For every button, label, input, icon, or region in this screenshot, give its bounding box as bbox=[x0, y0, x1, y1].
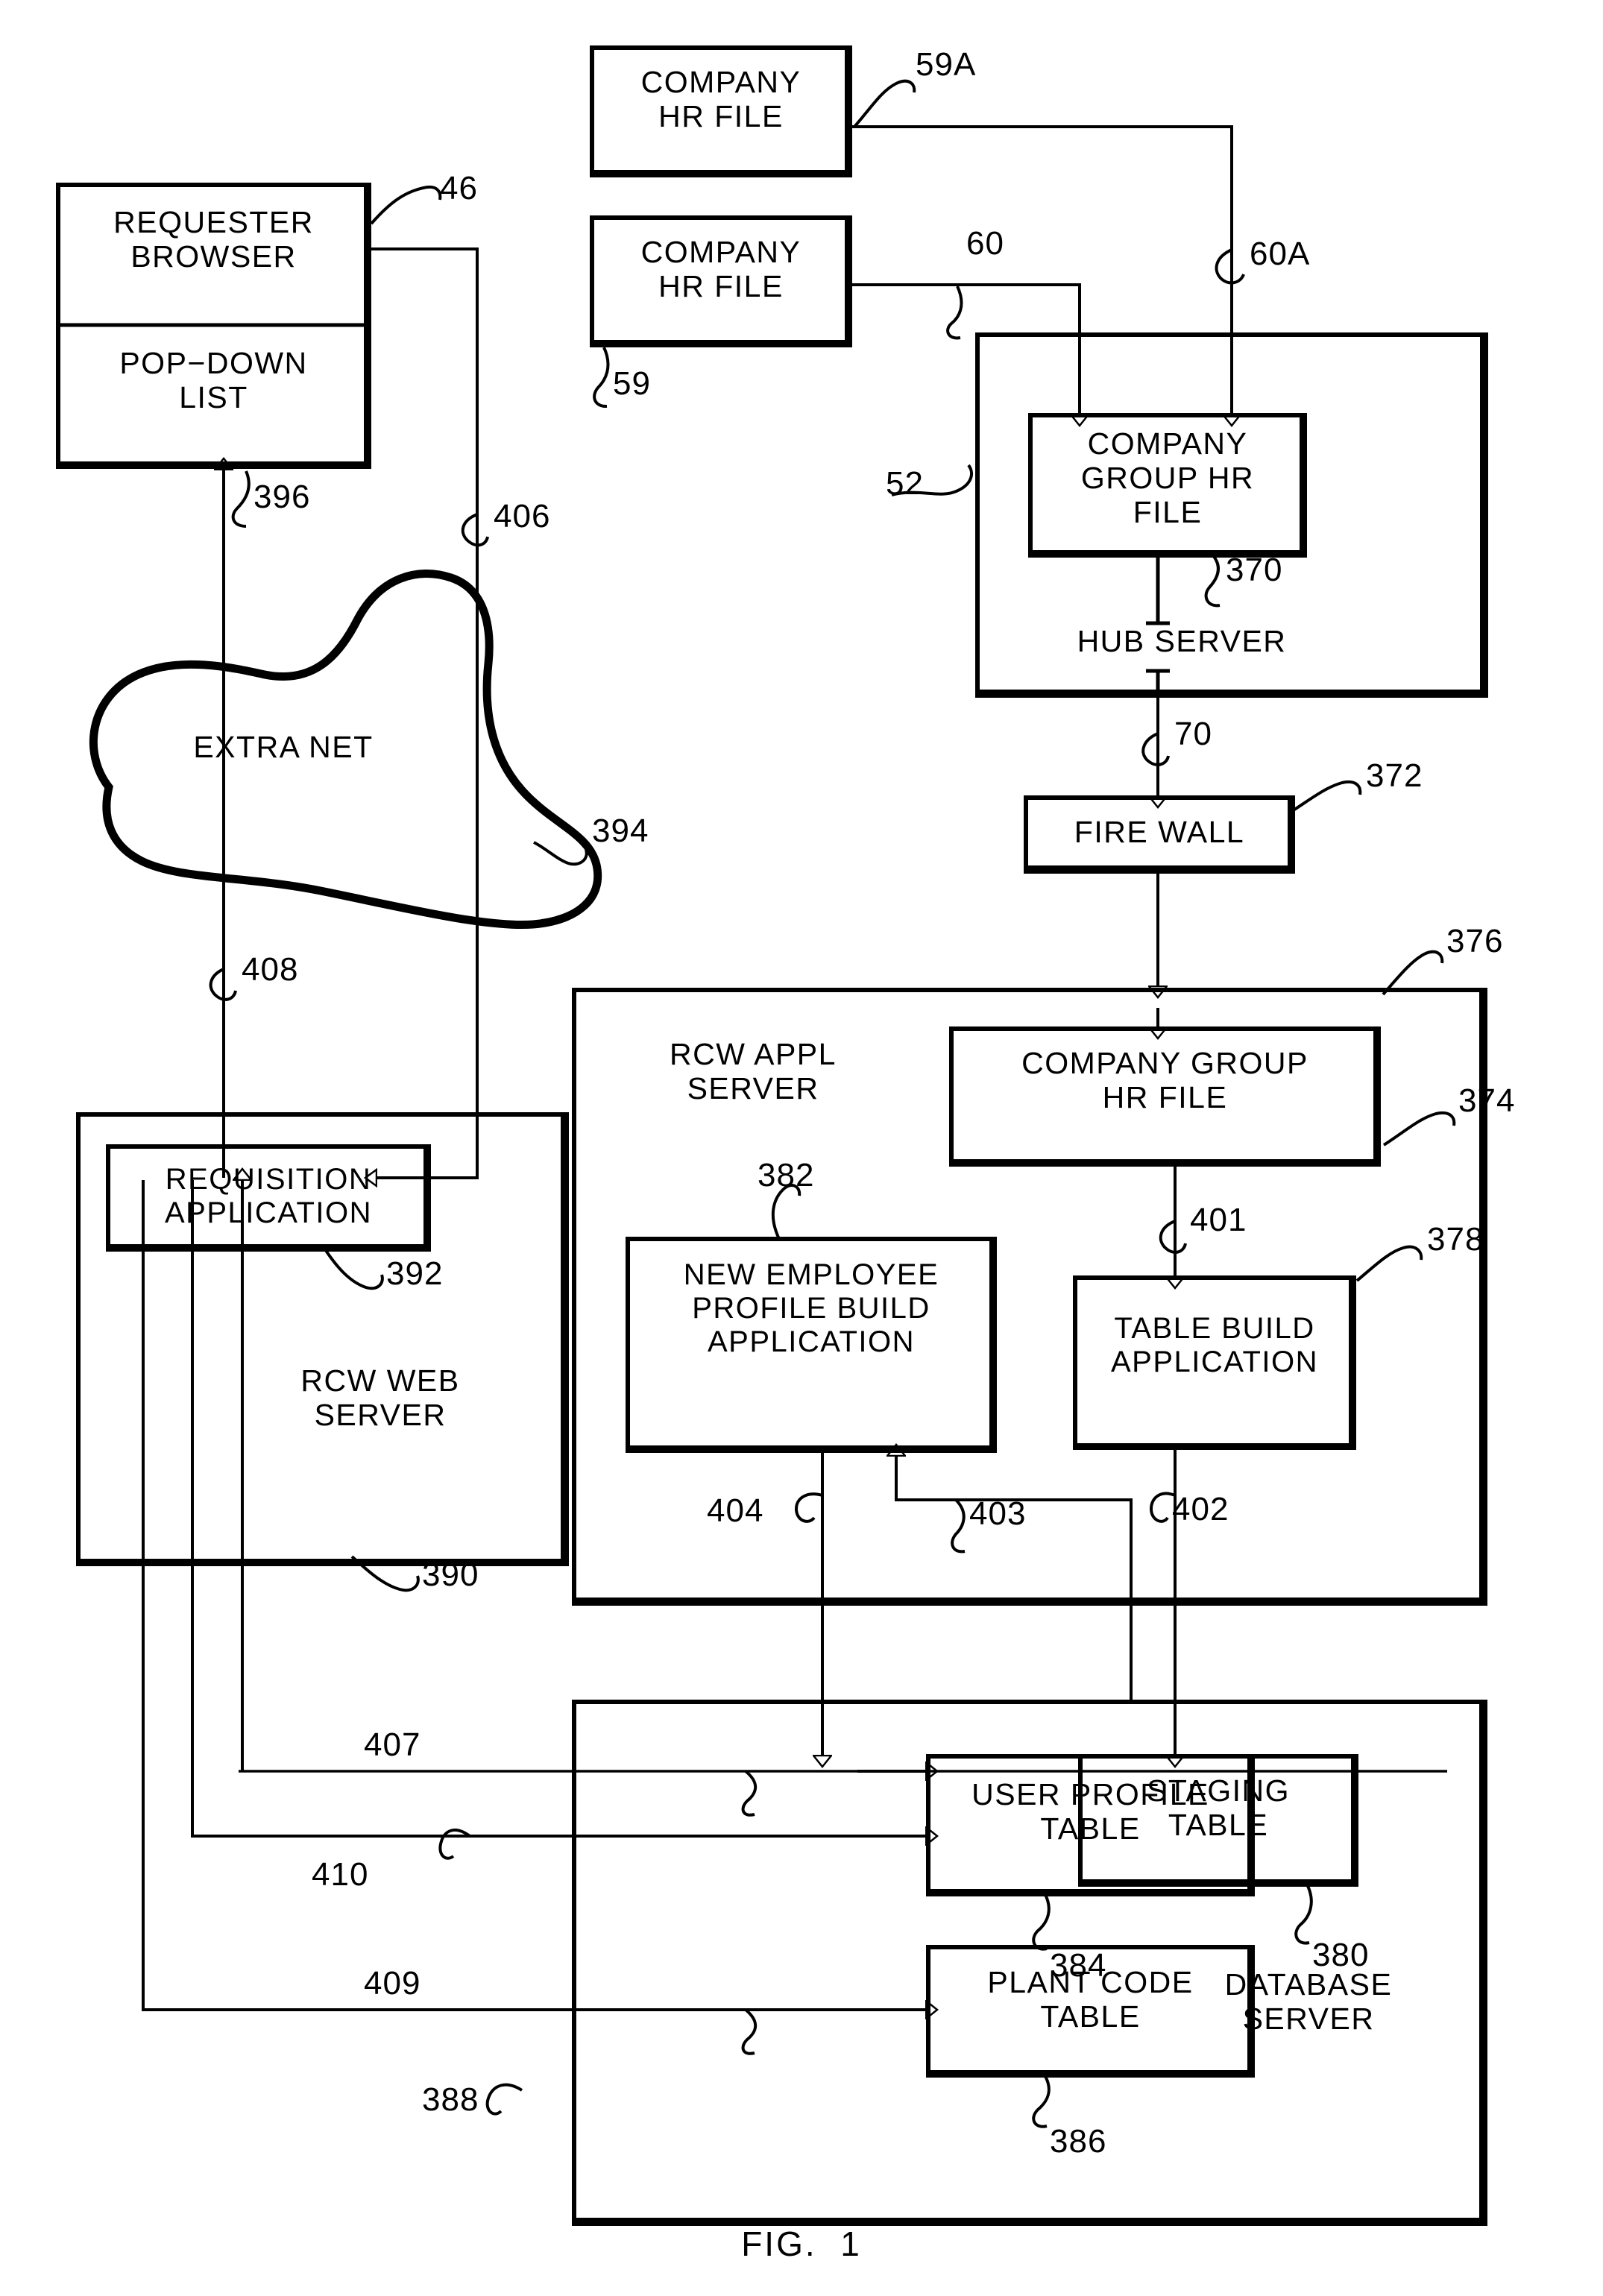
leader-378 bbox=[1355, 1245, 1423, 1282]
leader-409 bbox=[741, 2008, 757, 2055]
leader-392 bbox=[324, 1248, 384, 1290]
leader-386 bbox=[1032, 2072, 1051, 2128]
ref-372: 372 bbox=[1366, 757, 1423, 794]
leader-60 bbox=[946, 286, 963, 340]
ref-384: 384 bbox=[1050, 1947, 1107, 1984]
ref-370: 370 bbox=[1226, 552, 1283, 588]
company-hr-file-a-label: COMPANY HR FILE bbox=[640, 65, 802, 133]
leader-384 bbox=[1032, 1890, 1051, 1951]
leader-380 bbox=[1294, 1882, 1313, 1945]
ref-394: 394 bbox=[592, 813, 649, 849]
ref-404: 404 bbox=[707, 1492, 764, 1529]
ref-382: 382 bbox=[758, 1157, 815, 1193]
link-59a-to-group-file bbox=[850, 125, 1232, 414]
requester-browser-label: REQUESTER BROWSER bbox=[113, 205, 314, 274]
extra-net-label: EXTRA NET bbox=[193, 730, 374, 764]
ref-59: 59 bbox=[613, 365, 651, 402]
database-server-label: DATABASE SERVER bbox=[1224, 1967, 1393, 2036]
leader-59A bbox=[853, 79, 916, 128]
patent-figure-page: REQUESTER BROWSER POP−DOWN LIST COMPANY … bbox=[0, 0, 1603, 2296]
ref-407: 407 bbox=[364, 1726, 421, 1763]
new-employee-profile-build-application-label: NEW EMPLOYEE PROFILE BUILD APPLICATION bbox=[683, 1258, 939, 1358]
link-59-to-group-file bbox=[850, 283, 1080, 414]
requisition-application-label: REQUISITION APPLICATION bbox=[164, 1163, 373, 1229]
ref-60: 60 bbox=[966, 225, 1004, 262]
leader-401 bbox=[1159, 1220, 1187, 1254]
ref-376: 376 bbox=[1446, 923, 1504, 959]
pop-down-list-label: POP−DOWN LIST bbox=[119, 346, 308, 414]
ref-402: 402 bbox=[1172, 1491, 1229, 1527]
rcw-web-server-label: RCW WEB SERVER bbox=[300, 1363, 460, 1432]
ref-60A: 60A bbox=[1250, 236, 1311, 272]
ref-403: 403 bbox=[969, 1495, 1027, 1532]
link-406-browser-to-requisition bbox=[369, 247, 479, 1178]
leader-406 bbox=[461, 513, 489, 547]
leader-370 bbox=[1204, 552, 1221, 608]
hub-server-label: HUB SERVER bbox=[1077, 624, 1287, 658]
ref-390: 390 bbox=[422, 1557, 479, 1593]
ref-410: 410 bbox=[312, 1856, 369, 1893]
ref-401: 401 bbox=[1190, 1202, 1247, 1238]
ref-408: 408 bbox=[242, 951, 299, 988]
ref-409: 409 bbox=[364, 1965, 421, 2002]
ref-378: 378 bbox=[1427, 1221, 1484, 1258]
company-group-hr-file-hub-label: COMPANY GROUP HR FILE bbox=[1080, 426, 1255, 529]
ref-388: 388 bbox=[422, 2081, 479, 2118]
leader-396 bbox=[231, 470, 251, 528]
staging-table-label: STAGING TABLE bbox=[1147, 1773, 1290, 1842]
leader-394 bbox=[533, 841, 588, 866]
ref-374: 374 bbox=[1458, 1082, 1516, 1119]
ref-70: 70 bbox=[1174, 716, 1212, 752]
leader-410 bbox=[438, 1828, 471, 1860]
leader-70 bbox=[1141, 732, 1170, 766]
leader-404 bbox=[794, 1492, 823, 1523]
leader-46 bbox=[370, 186, 442, 225]
ref-392: 392 bbox=[386, 1255, 444, 1292]
ref-380: 380 bbox=[1312, 1937, 1370, 1973]
ref-52: 52 bbox=[886, 465, 924, 502]
table-build-application-label: TABLE BUILD APPLICATION bbox=[1110, 1312, 1319, 1378]
company-hr-file-b-label: COMPANY HR FILE bbox=[640, 235, 802, 303]
fire-wall-label: FIRE WALL bbox=[1074, 815, 1245, 849]
leader-60A bbox=[1215, 248, 1245, 285]
leader-403 bbox=[951, 1498, 966, 1554]
ref-386: 386 bbox=[1050, 2123, 1107, 2160]
leader-407 bbox=[741, 1770, 757, 1817]
leader-372 bbox=[1288, 780, 1362, 814]
leader-59 bbox=[593, 347, 610, 408]
rcw-appl-server-label: RCW APPL SERVER bbox=[670, 1037, 837, 1106]
leader-388 bbox=[485, 2083, 523, 2116]
link-403-staging-to-profile-build bbox=[896, 1456, 1133, 1702]
ref-406: 406 bbox=[494, 498, 551, 534]
figure-caption: FIG. 1 bbox=[741, 2224, 862, 2263]
ref-46: 46 bbox=[440, 170, 478, 206]
leader-374 bbox=[1382, 1111, 1456, 1147]
ref-59A: 59A bbox=[916, 46, 977, 83]
ref-396: 396 bbox=[253, 479, 311, 515]
company-group-hr-file-appl-label: COMPANY GROUP HR FILE bbox=[1021, 1046, 1308, 1114]
